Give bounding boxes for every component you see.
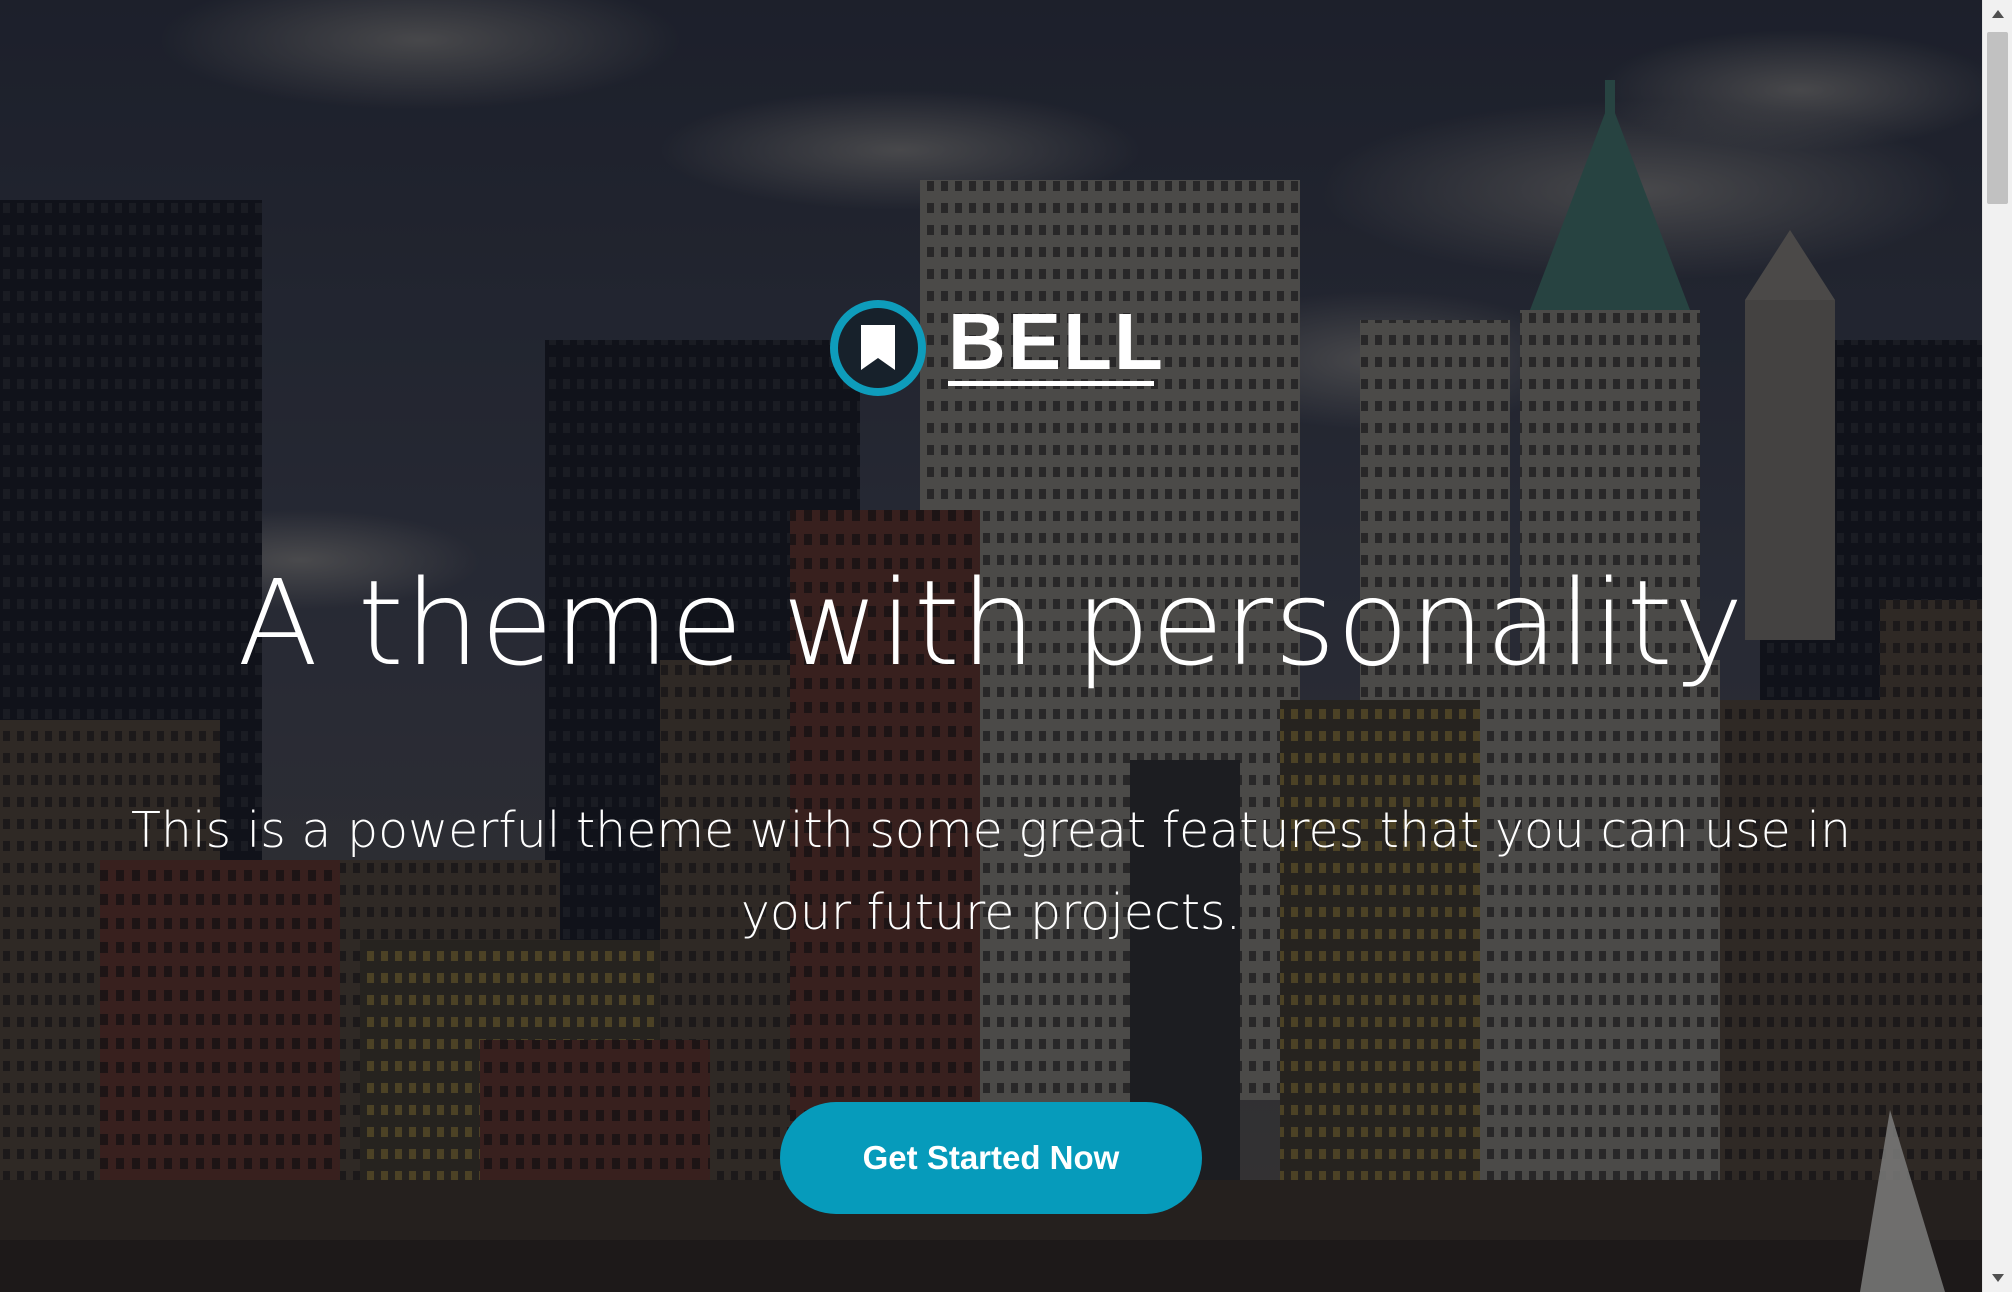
vertical-scrollbar[interactable] (1982, 0, 2012, 1292)
scroll-down-button[interactable] (1983, 1264, 2012, 1292)
scroll-thumb[interactable] (1987, 32, 2008, 204)
triangle-down-icon (1991, 1274, 2004, 1282)
get-started-button[interactable]: Get Started Now (780, 1102, 1202, 1214)
scroll-up-button[interactable] (1983, 0, 2012, 28)
triangle-up-icon (1991, 10, 2004, 18)
hero-section: BELL A theme with personality This is a … (0, 0, 1982, 1292)
hero-subtitle: This is a powerful theme with some great… (130, 802, 1852, 941)
bookmark-ring-icon (830, 300, 926, 396)
hero-headline: A theme with personality (237, 554, 1745, 692)
brand-name: BELL (948, 297, 1165, 386)
page-viewport: BELL A theme with personality This is a … (0, 0, 2012, 1292)
brand-underline (948, 381, 1154, 386)
